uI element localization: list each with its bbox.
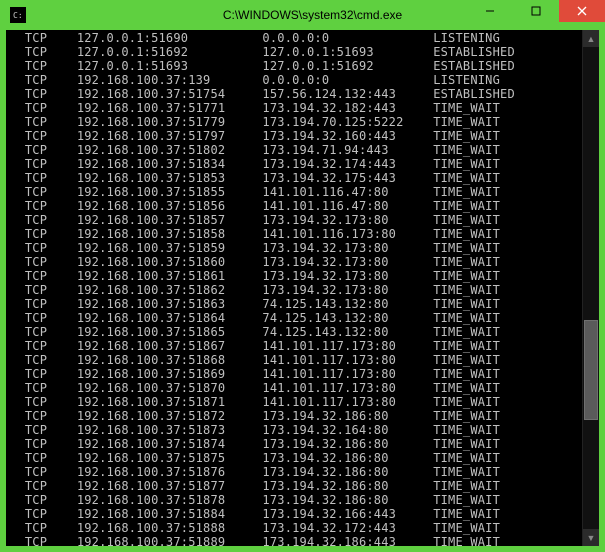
netstat-row: TCP 192.168.100.37:51797 173.194.32.160:… xyxy=(10,129,595,143)
netstat-row: TCP 192.168.100.37:51861 173.194.32.173:… xyxy=(10,269,595,283)
close-button[interactable] xyxy=(559,0,605,22)
netstat-row: TCP 192.168.100.37:51874 173.194.32.186:… xyxy=(10,437,595,451)
netstat-row: TCP 192.168.100.37:51867 141.101.117.173… xyxy=(10,339,595,353)
scrollbar-thumb[interactable] xyxy=(584,320,598,420)
netstat-row: TCP 192.168.100.37:51855 141.101.116.47:… xyxy=(10,185,595,199)
netstat-row: TCP 192.168.100.37:51779 173.194.70.125:… xyxy=(10,115,595,129)
maximize-button[interactable] xyxy=(513,0,559,22)
netstat-row: TCP 192.168.100.37:51754 157.56.124.132:… xyxy=(10,87,595,101)
netstat-row: TCP 127.0.0.1:51693 127.0.0.1:51692 ESTA… xyxy=(10,59,595,73)
netstat-row: TCP 192.168.100.37:51864 74.125.143.132:… xyxy=(10,311,595,325)
netstat-row: TCP 192.168.100.37:51877 173.194.32.186:… xyxy=(10,479,595,493)
netstat-row: TCP 127.0.0.1:51692 127.0.0.1:51693 ESTA… xyxy=(10,45,595,59)
minimize-button[interactable] xyxy=(467,0,513,22)
minimize-icon xyxy=(485,6,495,16)
netstat-row: TCP 192.168.100.37:51865 74.125.143.132:… xyxy=(10,325,595,339)
netstat-row: TCP 192.168.100.37:51860 173.194.32.173:… xyxy=(10,255,595,269)
netstat-row: TCP 192.168.100.37:51869 141.101.117.173… xyxy=(10,367,595,381)
netstat-row: TCP 192.168.100.37:51875 173.194.32.186:… xyxy=(10,451,595,465)
netstat-row: TCP 192.168.100.37:51878 173.194.32.186:… xyxy=(10,493,595,507)
console-area: TCP 127.0.0.1:51690 0.0.0.0:0 LISTENING … xyxy=(6,30,599,546)
netstat-row: TCP 192.168.100.37:51857 173.194.32.173:… xyxy=(10,213,595,227)
netstat-row: TCP 192.168.100.37:51859 173.194.32.173:… xyxy=(10,241,595,255)
titlebar[interactable]: C: C:\WINDOWS\system32\cmd.exe xyxy=(6,0,599,30)
vertical-scrollbar[interactable]: ▲ ▼ xyxy=(582,30,599,546)
scrollbar-down-button[interactable]: ▼ xyxy=(583,529,599,546)
netstat-row: TCP 192.168.100.37:51870 141.101.117.173… xyxy=(10,381,595,395)
netstat-row: TCP 192.168.100.37:51888 173.194.32.172:… xyxy=(10,521,595,535)
window-controls xyxy=(467,0,605,22)
netstat-row: TCP 192.168.100.37:139 0.0.0.0:0 LISTENI… xyxy=(10,73,595,87)
netstat-row: TCP 192.168.100.37:51771 173.194.32.182:… xyxy=(10,101,595,115)
cmd-icon: C: xyxy=(10,7,26,23)
netstat-row: TCP 192.168.100.37:51889 173.194.32.186:… xyxy=(10,535,595,546)
netstat-row: TCP 192.168.100.37:51868 141.101.117.173… xyxy=(10,353,595,367)
netstat-row: TCP 192.168.100.37:51872 173.194.32.186:… xyxy=(10,409,595,423)
svg-text:C:: C: xyxy=(13,11,23,20)
cmd-window: C: C:\WINDOWS\system32\cmd.exe TCP 127.0… xyxy=(0,0,605,552)
netstat-row: TCP 192.168.100.37:51884 173.194.32.166:… xyxy=(10,507,595,521)
netstat-row: TCP 192.168.100.37:51834 173.194.32.174:… xyxy=(10,157,595,171)
netstat-row: TCP 192.168.100.37:51858 141.101.116.173… xyxy=(10,227,595,241)
netstat-row: TCP 192.168.100.37:51876 173.194.32.186:… xyxy=(10,465,595,479)
scrollbar-up-button[interactable]: ▲ xyxy=(583,30,599,47)
netstat-row: TCP 127.0.0.1:51690 0.0.0.0:0 LISTENING xyxy=(10,31,595,45)
netstat-row: TCP 192.168.100.37:51853 173.194.32.175:… xyxy=(10,171,595,185)
console-output[interactable]: TCP 127.0.0.1:51690 0.0.0.0:0 LISTENING … xyxy=(6,30,599,546)
netstat-row: TCP 192.168.100.37:51856 141.101.116.47:… xyxy=(10,199,595,213)
close-icon xyxy=(577,6,587,16)
maximize-icon xyxy=(531,6,541,16)
netstat-row: TCP 192.168.100.37:51871 141.101.117.173… xyxy=(10,395,595,409)
netstat-row: TCP 192.168.100.37:51862 173.194.32.173:… xyxy=(10,283,595,297)
netstat-row: TCP 192.168.100.37:51873 173.194.32.164:… xyxy=(10,423,595,437)
netstat-row: TCP 192.168.100.37:51863 74.125.143.132:… xyxy=(10,297,595,311)
netstat-row: TCP 192.168.100.37:51802 173.194.71.94:4… xyxy=(10,143,595,157)
